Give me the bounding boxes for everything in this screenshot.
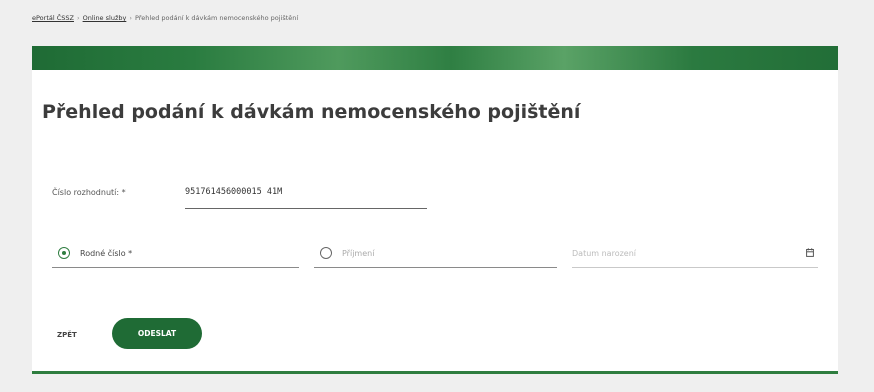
date-of-birth-input[interactable]: Datum narození xyxy=(572,239,818,268)
radio-unselected-icon[interactable] xyxy=(320,247,332,259)
breadcrumb-current: Přehled podání k dávkám nemocenského poj… xyxy=(134,14,299,22)
decision-number-input[interactable]: 951761456000015 41M xyxy=(185,182,427,209)
breadcrumb: ePortál ČSSZ › Online služby › Přehled podán… xyxy=(32,14,298,22)
decision-number-label: Číslo rozhodnutí: * xyxy=(52,188,126,197)
page-title: Přehled podání k dávkám nemocenského poj… xyxy=(42,101,581,123)
surname-input-placeholder: Příjmení xyxy=(342,249,375,258)
calendar-icon[interactable] xyxy=(806,248,814,257)
radio-birth-number-label: Rodné číslo * xyxy=(80,249,133,258)
date-of-birth-placeholder: Datum narození xyxy=(572,249,636,258)
breadcrumb-link-eportal[interactable]: ePortál ČSSZ xyxy=(32,14,74,22)
card-bottom-border xyxy=(32,371,838,374)
radio-selected-icon[interactable] xyxy=(58,247,70,259)
radio-surname[interactable]: Příjmení xyxy=(314,239,557,268)
main-card: Přehled podání k dávkám nemocenského poj… xyxy=(32,46,838,374)
breadcrumb-link-online-services[interactable]: Online služby xyxy=(83,14,127,22)
back-link[interactable]: ZPĚT xyxy=(57,331,77,339)
breadcrumb-separator: › xyxy=(129,14,132,22)
card-header-banner xyxy=(32,46,838,70)
radio-birth-number[interactable]: Rodné číslo * xyxy=(52,239,299,268)
decision-number-value: 951761456000015 41M xyxy=(185,187,283,197)
submit-button[interactable]: ODESLAT xyxy=(112,318,202,349)
breadcrumb-separator: › xyxy=(76,14,80,22)
